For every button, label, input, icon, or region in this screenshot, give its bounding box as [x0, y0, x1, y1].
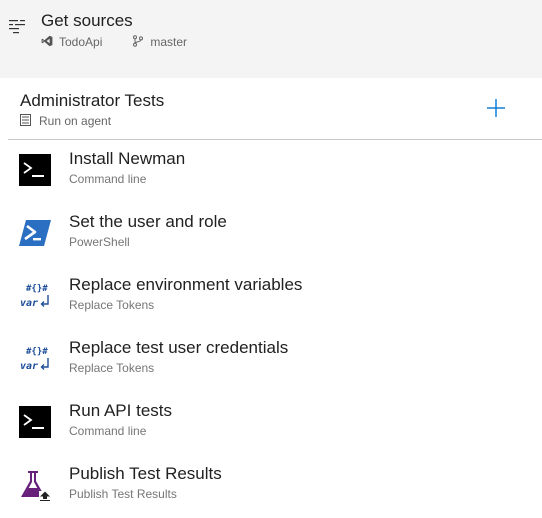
task-name: Replace environment variables	[69, 275, 303, 294]
publish-test-results-icon	[19, 469, 51, 501]
task-name: Run API tests	[69, 401, 172, 420]
add-task-button[interactable]	[482, 94, 510, 122]
top-area: Get sources TodoApi master	[0, 0, 542, 78]
task-type: Replace Tokens	[69, 298, 155, 312]
phase-header[interactable]: Administrator Tests Run on agent	[8, 78, 542, 140]
task-name: Set the user and role	[69, 212, 227, 231]
task-replace-credentials[interactable]: #{}# var Replace test user credentials R…	[8, 334, 542, 392]
task-name: Install Newman	[69, 149, 186, 168]
task-replace-env-vars[interactable]: #{}# var Replace environment variables R…	[8, 271, 542, 329]
task-name: Replace test user credentials	[69, 338, 289, 357]
svg-text:#{}#: #{}#	[26, 284, 48, 294]
repo-name: TodoApi	[59, 35, 103, 49]
svg-text:var: var	[20, 298, 38, 309]
phase-title: Administrator Tests	[20, 91, 165, 110]
task-type: PowerShell	[69, 235, 130, 249]
list-icon	[8, 16, 26, 34]
replace-tokens-icon: #{}# var	[19, 343, 51, 375]
svg-text:#{}#: #{}#	[26, 347, 48, 357]
command-line-icon	[19, 154, 51, 186]
task-publish-test-results[interactable]: Publish Test Results Publish Test Result…	[8, 460, 542, 518]
svg-text:var: var	[20, 361, 38, 372]
branch-icon	[132, 35, 144, 47]
visual-studio-icon	[41, 35, 53, 47]
replace-tokens-icon: #{}# var	[19, 280, 51, 312]
phase-subtitle: Run on agent	[20, 113, 111, 129]
sources-meta: TodoApi master	[41, 34, 187, 50]
task-type: Replace Tokens	[69, 361, 155, 375]
powershell-icon	[19, 217, 51, 249]
task-run-api-tests[interactable]: Run API tests Command line	[8, 397, 542, 455]
command-line-icon	[19, 406, 51, 438]
task-type: Command line	[69, 172, 147, 186]
sources-title: Get sources	[41, 11, 133, 30]
task-type: Publish Test Results	[69, 487, 177, 501]
phase-subtitle-text: Run on agent	[39, 114, 112, 128]
plus-icon	[482, 94, 510, 122]
task-set-user-role[interactable]: Set the user and role PowerShell	[8, 208, 542, 266]
server-icon	[20, 114, 31, 126]
get-sources-item[interactable]: Get sources TodoApi master	[0, 0, 542, 60]
task-install-newman[interactable]: Install Newman Command line	[8, 145, 542, 203]
branch-name: master	[150, 35, 188, 49]
task-name: Publish Test Results	[69, 464, 222, 483]
task-type: Command line	[69, 424, 147, 438]
